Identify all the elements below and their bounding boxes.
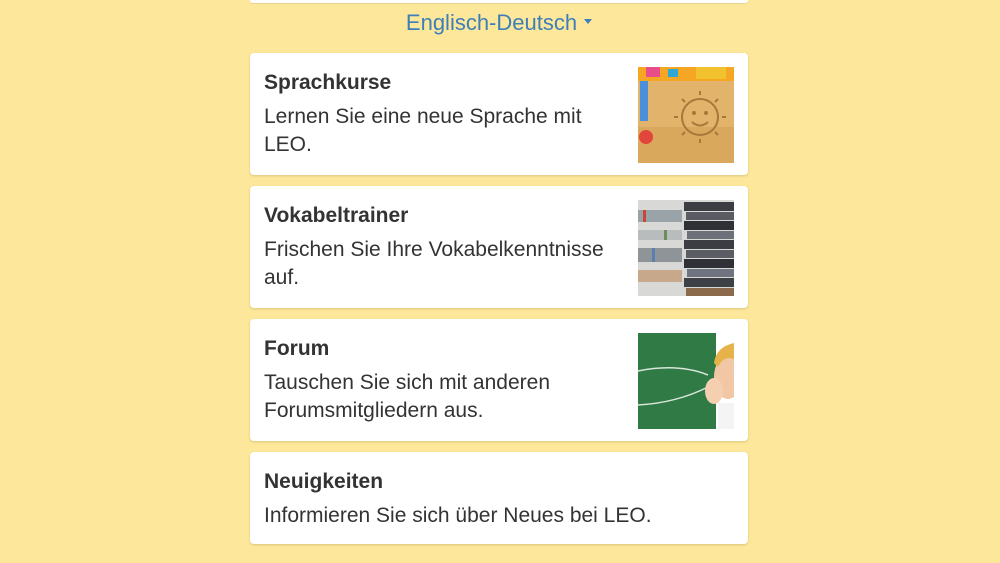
- card-vokabeltrainer[interactable]: Vokabeltrainer Frischen Sie Ihre Vokabel…: [250, 186, 748, 308]
- card-title: Neuigkeiten: [264, 470, 384, 493]
- sun-in-sand-image: [638, 67, 734, 163]
- book-stack-image: [638, 200, 734, 296]
- main-column: Englisch-Deutsch Sprachkurse Lernen Sie …: [248, 0, 750, 563]
- card-description: Informieren Sie sich über Neues bei LEO.: [264, 504, 652, 527]
- card-title: Vokabeltrainer: [264, 204, 409, 227]
- language-pair-dropdown[interactable]: Englisch-Deutsch: [248, 8, 750, 38]
- card-description: Tauschen Sie sich mit anderen Forumsmitg…: [264, 371, 550, 422]
- card-forum[interactable]: Forum Tauschen Sie sich mit anderen Foru…: [250, 319, 748, 441]
- caret-down-icon: [584, 18, 593, 24]
- card-title: Forum: [264, 337, 330, 360]
- card-description: Lernen Sie eine neue Sprache mit LEO.: [264, 105, 582, 156]
- card-sprachkurse[interactable]: Sprachkurse Lernen Sie eine neue Sprache…: [250, 53, 748, 175]
- card-title: Sprachkurse: [264, 71, 392, 94]
- language-pair-label: Englisch-Deutsch: [405, 10, 578, 35]
- card-description: Frischen Sie Ihre Vokabelkenntnisse auf.: [264, 238, 604, 289]
- previous-card-edge: [250, 0, 748, 4]
- card-neuigkeiten[interactable]: Neuigkeiten Informieren Sie sich über Ne…: [250, 452, 748, 544]
- child-at-chalkboard-image: [638, 333, 734, 429]
